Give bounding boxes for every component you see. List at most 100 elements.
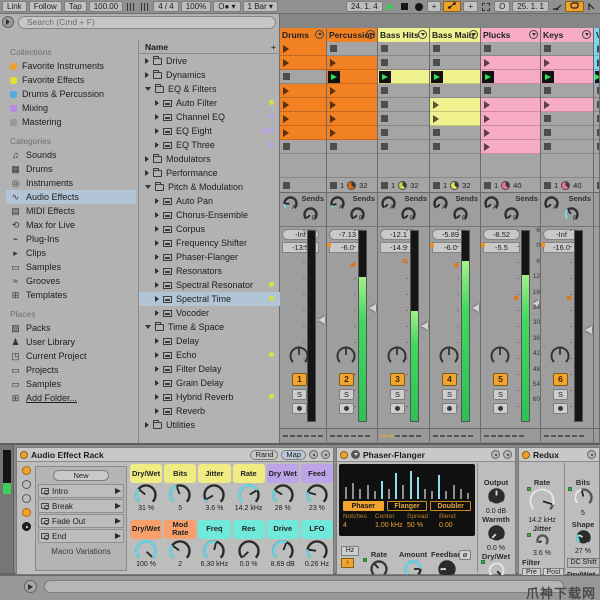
- macro-knob-lfo[interactable]: LFO0.26 Hz: [301, 520, 333, 574]
- stop-all-clips-icon[interactable]: [544, 182, 551, 189]
- clip-slot[interactable]: [280, 84, 326, 98]
- clip-slot[interactable]: [430, 42, 480, 56]
- device-on-led[interactable]: [340, 451, 348, 459]
- knob[interactable]: [528, 487, 556, 515]
- macro-knob[interactable]: [134, 539, 158, 563]
- tree-item-frequency-shifter[interactable]: Frequency Shifter: [139, 236, 280, 250]
- clip-slot[interactable]: [430, 140, 480, 154]
- macro-knob-mod-rate[interactable]: Mod Rate2: [164, 520, 196, 574]
- track-menu-icon[interactable]: [418, 30, 427, 39]
- macro-knob[interactable]: [134, 483, 158, 507]
- clip-slot[interactable]: [430, 70, 480, 84]
- groove-amount-field[interactable]: 100%: [181, 1, 211, 12]
- stop-all-clips-icon[interactable]: [597, 182, 599, 189]
- sidebar-item-add-folder-[interactable]: ⊞Add Folder...: [6, 391, 136, 405]
- send-a-knob[interactable]: [282, 195, 299, 212]
- collapsed-arrow-icon[interactable]: [145, 170, 149, 176]
- sidebar-item-drums-percussion[interactable]: Drums & Percussion: [6, 87, 136, 101]
- sidebar-item-clips[interactable]: ▸Clips: [6, 246, 136, 260]
- variation-row-fade-out[interactable]: Fade Out: [38, 514, 124, 528]
- pan-knob[interactable]: [386, 345, 408, 367]
- clip-slot[interactable]: [541, 56, 593, 70]
- show-devices-icon[interactable]: [22, 508, 31, 517]
- stop-all-clips-icon[interactable]: [381, 182, 388, 189]
- record-button[interactable]: [413, 1, 425, 12]
- macro-knob-dry-wet[interactable]: Dry/Wet31 %: [130, 464, 162, 518]
- expanded-arrow-icon[interactable]: [145, 185, 151, 189]
- sidebar-item-templates[interactable]: ⊞Templates: [6, 288, 136, 302]
- macro-knob-res[interactable]: Res0.0 %: [233, 520, 265, 574]
- quantization-menu[interactable]: 1 Bar ▾: [243, 1, 278, 12]
- clip-slot[interactable]: [378, 56, 429, 70]
- clip-slot[interactable]: [280, 42, 326, 56]
- macro-knob-freq[interactable]: Freq6.30 kHz: [198, 520, 230, 574]
- collapsed-arrow-icon[interactable]: [155, 408, 159, 414]
- track-activator-button[interactable]: 1: [292, 373, 307, 386]
- clip-slot[interactable]: [594, 84, 599, 98]
- clip-slot[interactable]: [327, 126, 377, 140]
- save-preset-icon[interactable]: [321, 450, 330, 459]
- track-menu-icon[interactable]: [582, 30, 591, 39]
- stop-all-clips-icon[interactable]: [283, 182, 290, 189]
- clip-slot[interactable]: [541, 70, 593, 84]
- metronome-button[interactable]: O● ▾: [213, 1, 240, 12]
- device-on-led[interactable]: [522, 451, 530, 459]
- tree-item-grain-delay[interactable]: Grain Delay: [139, 376, 280, 390]
- launch-variation-icon[interactable]: [115, 533, 121, 539]
- send-b-knob[interactable]: [503, 206, 520, 223]
- clip-slot[interactable]: [430, 98, 480, 112]
- capture-midi-button[interactable]: O: [494, 1, 510, 12]
- tree-item-resonators[interactable]: Resonators: [139, 264, 280, 278]
- collapsed-arrow-icon[interactable]: [155, 268, 159, 274]
- map-button[interactable]: Map: [281, 450, 306, 460]
- macro-knob[interactable]: [271, 539, 295, 563]
- clip-slot[interactable]: [594, 42, 599, 56]
- macro-knob-jitter[interactable]: Jitter3.6 %: [198, 464, 230, 518]
- tree-item-auto-pan[interactable]: Auto Pan: [139, 194, 280, 208]
- new-plus-button[interactable]: +: [463, 1, 478, 12]
- track-header[interactable]: Percussion: [327, 28, 377, 42]
- sidebar-item-drums[interactable]: ▦Drums: [6, 162, 136, 176]
- tree-item-modulators[interactable]: Modulators: [139, 152, 280, 166]
- arrangement-position-field[interactable]: 24. 1. 4: [346, 1, 383, 12]
- sidebar-item-instruments[interactable]: ◎Instruments: [6, 176, 136, 190]
- track-header[interactable]: Keys: [541, 28, 593, 42]
- clip-slot[interactable]: [378, 42, 429, 56]
- collapsed-arrow-icon[interactable]: [155, 352, 159, 358]
- fold-device-icon[interactable]: [351, 450, 360, 459]
- macro-knob-drive[interactable]: Drive8.69 dB: [267, 520, 299, 574]
- sidebar-item-favorite-effects[interactable]: Favorite Effects: [6, 73, 136, 87]
- play-button[interactable]: [385, 1, 397, 12]
- macro-knob[interactable]: [305, 539, 329, 563]
- add-item-icon[interactable]: +: [271, 40, 276, 54]
- collapsed-arrow-icon[interactable]: [155, 142, 159, 148]
- sidebar-item-midi-effects[interactable]: ▤MIDI Effects: [6, 204, 136, 218]
- clip-slot[interactable]: [280, 56, 326, 70]
- macro-knob-dry-wet[interactable]: Dry/Wet100 %: [130, 520, 162, 574]
- clip-slot[interactable]: [327, 42, 377, 56]
- collapsed-arrow-icon[interactable]: [145, 58, 149, 64]
- tree-item-eq-filters[interactable]: EQ & Filters: [139, 82, 280, 96]
- clip-slot[interactable]: [594, 140, 599, 154]
- volume-fader-handle[interactable]: [318, 316, 325, 324]
- collapsed-arrow-icon[interactable]: [145, 156, 149, 162]
- volume-field[interactable]: -5.5: [483, 242, 520, 253]
- variation-row-end[interactable]: End: [38, 529, 124, 543]
- clip-slot[interactable]: [481, 42, 540, 56]
- collapsed-arrow-icon[interactable]: [155, 310, 159, 316]
- macro-variations-toggle-icon[interactable]: [22, 466, 31, 475]
- collapsed-arrow-icon[interactable]: [155, 198, 159, 204]
- macro-knob-rate[interactable]: Rate14.2 kHz: [233, 464, 265, 518]
- automation-arm-icon[interactable]: [551, 1, 563, 12]
- send-a-knob[interactable]: [432, 195, 449, 212]
- launch-variation-icon[interactable]: [115, 518, 121, 524]
- pan-knob[interactable]: [549, 345, 571, 367]
- clip-slot[interactable]: [280, 140, 326, 154]
- track-menu-icon[interactable]: [469, 30, 478, 39]
- launch-variation-icon[interactable]: [115, 488, 121, 494]
- hot-swap-icon[interactable]: [309, 450, 318, 459]
- send-b-knob[interactable]: [452, 206, 469, 223]
- collapsed-arrow-icon[interactable]: [155, 394, 159, 400]
- overdub-plus-button[interactable]: +: [427, 1, 442, 12]
- arm-button[interactable]: [292, 403, 307, 414]
